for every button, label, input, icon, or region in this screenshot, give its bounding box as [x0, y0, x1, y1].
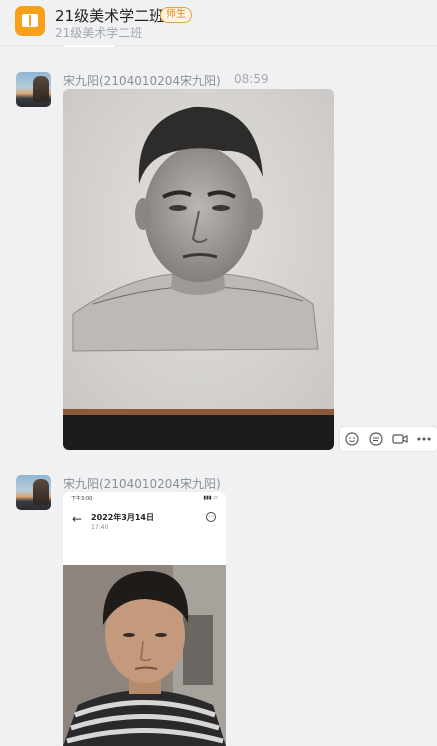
- phone-more-icon: ⋯: [206, 512, 216, 522]
- group-type-badge: 师生: [160, 7, 192, 23]
- sender-avatar[interactable]: [16, 72, 51, 107]
- book-icon: [22, 14, 38, 27]
- sketch-portrait-image[interactable]: [63, 89, 334, 450]
- message-action-bar: [339, 426, 437, 452]
- phone-status-bar: 下午3:00 ▮▮▮ ▭: [63, 492, 226, 504]
- phone-time: 17:40: [91, 524, 109, 531]
- phone-status-time: 下午3:00: [71, 496, 93, 502]
- comment-icon[interactable]: [364, 427, 388, 451]
- group-title[interactable]: 21级美术学二班: [55, 5, 164, 26]
- signal-battery-icon: ▮▮▮ ▭: [203, 495, 218, 501]
- sender-name[interactable]: 宋九阳(2104010204宋九阳): [63, 72, 221, 89]
- message-time: 08:59: [234, 72, 269, 86]
- sender-avatar[interactable]: [16, 475, 51, 510]
- selfie-photo: [63, 565, 226, 746]
- back-arrow-icon: ←: [72, 512, 83, 526]
- phone-screenshot-image[interactable]: 下午3:00 ▮▮▮ ▭ ← 2022年3月14日 17:40 ⋯: [63, 492, 226, 746]
- header-scroll-indicator: [64, 45, 114, 47]
- sender-name[interactable]: 宋九阳(2104010204宋九阳): [63, 475, 221, 492]
- more-icon[interactable]: [412, 427, 436, 451]
- chat-header: 21级美术学二班 师生 21级美术学二班: [0, 0, 437, 47]
- phone-date: 2022年3月14日: [91, 513, 154, 522]
- group-avatar-icon[interactable]: [15, 6, 45, 36]
- phone-title-bar: ← 2022年3月14日 17:40 ⋯: [63, 506, 226, 536]
- group-subtitle: 21级美术学二班: [55, 26, 143, 40]
- add-emoji-icon[interactable]: [340, 427, 364, 451]
- video-icon[interactable]: [388, 427, 412, 451]
